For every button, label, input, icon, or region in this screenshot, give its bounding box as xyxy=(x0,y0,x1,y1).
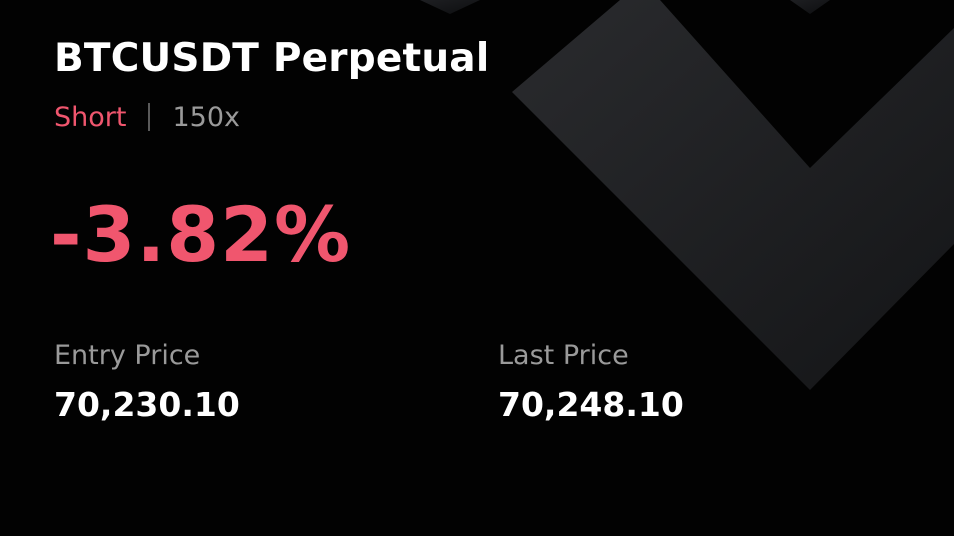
pnl-share-card: BTCUSDT Perpetual Short 150x -3.82% Entr… xyxy=(0,0,954,536)
last-price-value: 70,248.10 xyxy=(498,385,684,424)
meta-divider xyxy=(148,103,151,131)
leverage-value: 150x xyxy=(172,101,240,133)
entry-price-label: Entry Price xyxy=(54,340,201,371)
logo-fragment-right xyxy=(790,0,830,14)
symbol-title: BTCUSDT Perpetual xyxy=(54,36,490,81)
entry-price-value: 70,230.10 xyxy=(54,385,240,424)
position-meta: Short 150x xyxy=(54,100,240,134)
logo-chevron xyxy=(512,0,954,390)
position-side: Short xyxy=(54,101,127,133)
pnl-percent: -3.82% xyxy=(50,190,352,279)
last-price-label: Last Price xyxy=(498,340,629,371)
logo-fragment-left xyxy=(420,0,480,14)
